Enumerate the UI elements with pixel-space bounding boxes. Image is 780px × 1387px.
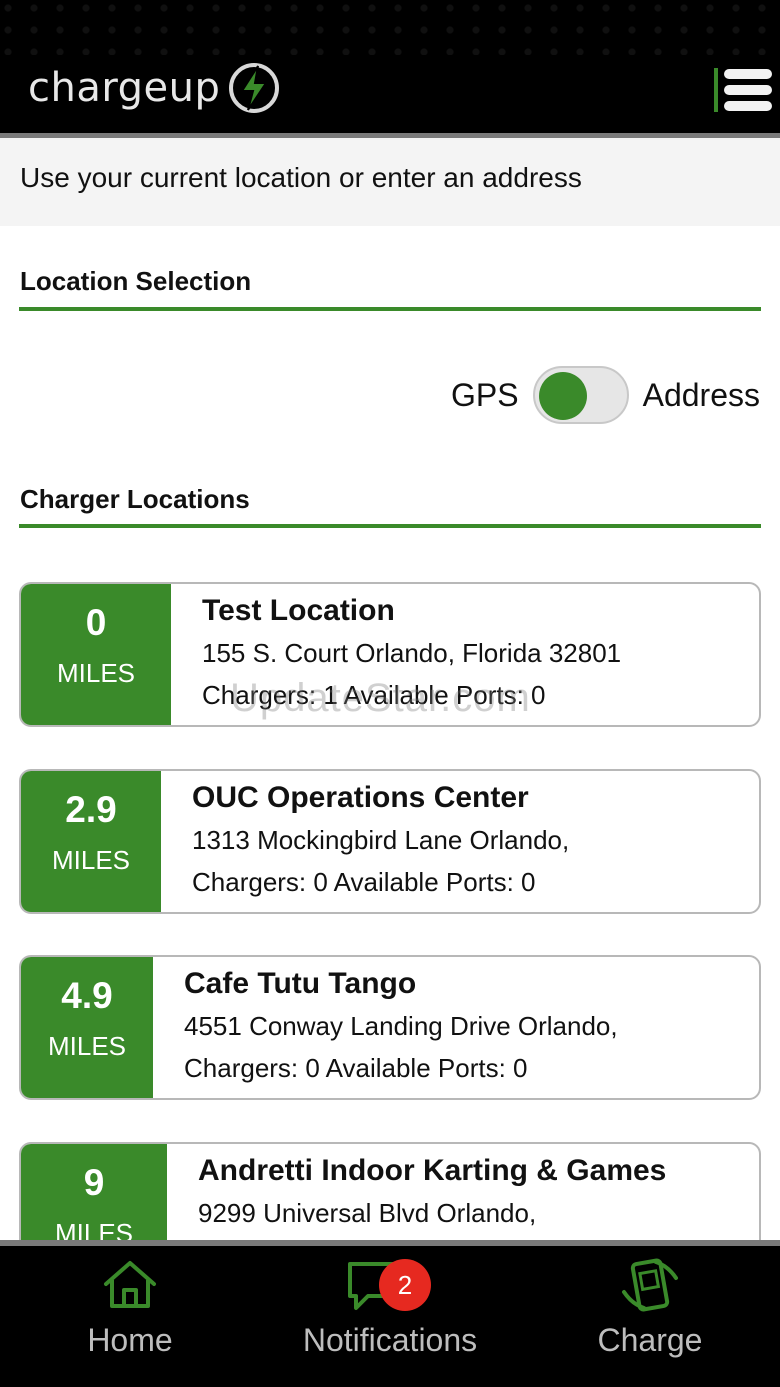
instruction-text: Use your current location or enter an ad… [20,162,582,193]
nav-notifications-label: Notifications [302,1322,478,1358]
location-name: Andretti Indoor Karting & Games [198,1154,667,1187]
distance-value: 2.9 [65,789,117,830]
charger-card-ouc-operations[interactable]: 2.9 MILES OUC Operations Center 1313 Moc… [19,769,761,914]
location-name: Cafe Tutu Tango [184,967,417,1000]
location-address: 4551 Conway Landing Drive Orlando, [184,1011,618,1041]
nav-charge-label: Charge [597,1322,703,1358]
notifications-badge: 2 [379,1259,431,1311]
location-name: Test Location [202,594,395,627]
distance-block: 4.9 MILES [21,957,153,1098]
menu-button[interactable] [712,66,774,114]
distance-unit: MILES [51,845,131,875]
phone-charge-icon [622,1258,678,1312]
address-label: Address [642,376,760,413]
distance-block: 2.9 MILES [21,771,161,912]
location-stats: Chargers: 0 Available Ports: 0 [184,1053,528,1083]
header-pattern [0,0,780,55]
instruction-banner: Use your current location or enter an ad… [0,138,780,226]
hamburger-menu-icon [714,68,772,112]
location-address: 155 S. Court Orlando, Florida 32801 [202,638,622,668]
nav-home-label: Home [87,1322,173,1358]
location-toggle-row: GPS Address [451,366,760,424]
gps-label: GPS [451,376,519,413]
distance-unit: MILES [56,658,136,688]
lightning-bolt-icon [229,63,280,113]
nav-charge[interactable]: Charge [560,1246,740,1387]
logo-text: chargeup [28,65,221,111]
distance-value: 0 [85,602,107,643]
location-address: 1313 Mockingbird Lane Orlando, [192,825,570,855]
nav-home[interactable]: Home [40,1246,220,1387]
home-icon [104,1261,156,1308]
charger-locations-title: Charger Locations [20,484,250,514]
location-name: OUC Operations Center [192,781,529,814]
app-header: chargeup [0,0,780,133]
location-stats: Chargers: 0 Available Ports: 0 [192,867,536,897]
nav-notifications[interactable]: 2 Notifications [280,1246,500,1387]
chargeup-logo: chargeup [28,58,282,118]
location-selection-title: Location Selection [20,266,252,296]
distance-value: 9 [83,1162,105,1203]
distance-block: 0 MILES [21,584,171,725]
location-selection-divider [19,307,761,311]
watermark: UpdateStar.com [230,676,531,720]
bottom-nav: Home 2 Notifications Charge [0,1246,780,1387]
distance-unit: MILES [47,1031,127,1061]
location-address: 9299 Universal Blvd Orlando, [198,1198,537,1228]
gps-address-toggle[interactable] [532,366,629,424]
charger-card-cafe-tutu-tango[interactable]: 4.9 MILES Cafe Tutu Tango 4551 Conway La… [19,955,761,1100]
toggle-knob [538,372,587,420]
distance-value: 4.9 [61,975,113,1016]
charger-locations-divider [19,524,761,528]
